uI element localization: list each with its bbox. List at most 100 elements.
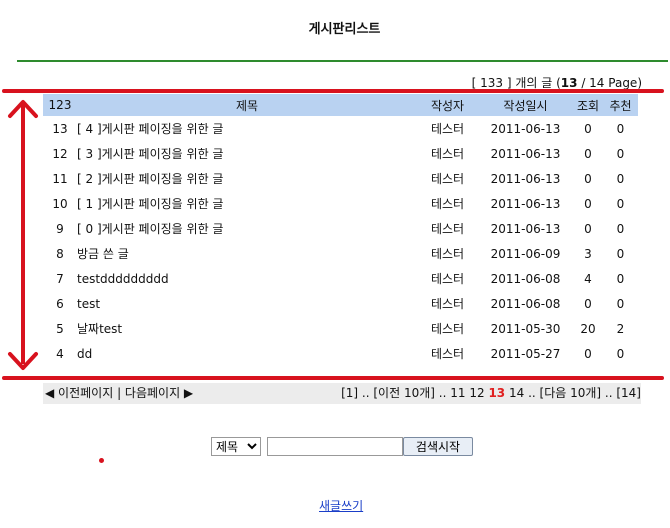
next-page-link[interactable]: 다음페이지 ▶ bbox=[125, 386, 193, 400]
row-views: 20 bbox=[580, 321, 596, 336]
row-author: 테스터 bbox=[430, 322, 465, 336]
table-row: 13 [ 4 ]게시판 페이징을 위한 글 테스터 2011-06-13 0 0 bbox=[43, 116, 638, 141]
row-views: 0 bbox=[584, 296, 592, 311]
row-views: 0 bbox=[584, 196, 592, 211]
row-title-link[interactable]: [ 1 ]게시판 페이징을 위한 글 bbox=[77, 191, 417, 216]
row-number: 11 bbox=[52, 171, 68, 186]
row-title-link[interactable]: 날짜test bbox=[77, 316, 417, 341]
annotation-double-arrow-icon bbox=[8, 100, 38, 370]
row-views: 3 bbox=[584, 246, 592, 261]
page-number-list: [1] .. [이전 10개] .. 11 12 13 14 .. [다음 10… bbox=[341, 383, 641, 404]
row-title-link[interactable]: dd bbox=[77, 341, 417, 366]
row-author: 테스터 bbox=[430, 172, 465, 186]
row-recommend: 0 bbox=[616, 296, 625, 311]
row-views: 4 bbox=[584, 271, 592, 286]
pagination-bar: ◀ 이전페이지 | 다음페이지 ▶ [1] .. [이전 10개] .. 11 … bbox=[43, 383, 641, 404]
row-recommend: 2 bbox=[616, 321, 625, 336]
row-title-link[interactable]: 방금 쓴 글 bbox=[77, 241, 417, 266]
current-page-13: 13 bbox=[488, 386, 506, 400]
row-date: 2011-06-13 bbox=[490, 146, 561, 161]
row-number: 8 bbox=[56, 246, 64, 261]
row-title-link[interactable]: [ 4 ]게시판 페이징을 위한 글 bbox=[77, 116, 417, 141]
col-header-author: 작성자 bbox=[417, 94, 478, 116]
annotation-line-bottom bbox=[2, 376, 664, 380]
pager-ellipsis: .. bbox=[434, 386, 451, 400]
row-author: 테스터 bbox=[430, 297, 465, 311]
row-views: 0 bbox=[584, 171, 592, 186]
row-views: 0 bbox=[584, 146, 592, 161]
col-header-views: 조회 bbox=[573, 94, 603, 116]
prev-page-link[interactable]: ◀ 이전페이지 bbox=[45, 386, 113, 400]
summary-current-page: 13 bbox=[560, 76, 578, 90]
row-title-link[interactable]: test bbox=[77, 291, 417, 316]
page-link-14[interactable]: 14 bbox=[509, 386, 524, 400]
row-author: 테스터 bbox=[430, 197, 465, 211]
table-row: 10 [ 1 ]게시판 페이징을 위한 글 테스터 2011-06-13 0 0 bbox=[43, 191, 638, 216]
col-header-number: 123 bbox=[43, 94, 77, 116]
row-author: 테스터 bbox=[430, 247, 465, 261]
table-row: 9 [ 0 ]게시판 페이징을 위한 글 테스터 2011-06-13 0 0 bbox=[43, 216, 638, 241]
next-10-link[interactable]: [다음 10개] bbox=[540, 386, 602, 400]
row-number: 7 bbox=[56, 271, 64, 286]
arrow-head-up bbox=[8, 100, 38, 118]
page-link-11[interactable]: 11 bbox=[450, 386, 465, 400]
first-page-link[interactable]: [1] bbox=[341, 386, 358, 400]
row-title-link[interactable]: [ 2 ]게시판 페이징을 위한 글 bbox=[77, 166, 417, 191]
page-nav-left: ◀ 이전페이지 | 다음페이지 ▶ bbox=[45, 383, 193, 404]
row-views: 0 bbox=[584, 121, 592, 136]
row-date: 2011-06-08 bbox=[490, 296, 561, 311]
col-header-title: 제목 bbox=[77, 94, 417, 116]
annotation-dot bbox=[99, 458, 104, 463]
row-title-link[interactable]: [ 3 ]게시판 페이징을 위한 글 bbox=[77, 141, 417, 166]
row-title-link[interactable]: testddddddddd bbox=[77, 266, 417, 291]
table-row: 7 testddddddddd 테스터 2011-06-08 4 0 bbox=[43, 266, 638, 291]
row-author: 테스터 bbox=[430, 272, 465, 286]
summary-mid: ] 개의 글 ( bbox=[506, 76, 561, 90]
row-number: 5 bbox=[56, 321, 64, 336]
pager-ellipsis: .. bbox=[524, 386, 540, 400]
row-number: 9 bbox=[56, 221, 64, 236]
row-recommend: 0 bbox=[616, 246, 625, 261]
summary-total: 133 bbox=[480, 76, 504, 90]
pager-ellipsis: .. bbox=[358, 386, 374, 400]
row-recommend: 0 bbox=[616, 171, 625, 186]
col-header-recommend: 추천 bbox=[603, 94, 638, 116]
row-date: 2011-05-30 bbox=[490, 321, 561, 336]
new-post-link[interactable]: 새글쓰기 bbox=[319, 497, 363, 514]
annotation-line-top bbox=[2, 89, 664, 93]
page-link-12[interactable]: 12 bbox=[469, 386, 484, 400]
search-input[interactable] bbox=[267, 437, 403, 456]
row-date: 2011-06-09 bbox=[490, 246, 561, 261]
row-author: 테스터 bbox=[430, 122, 465, 136]
row-views: 0 bbox=[584, 221, 592, 236]
row-views: 0 bbox=[584, 346, 592, 361]
row-recommend: 0 bbox=[616, 146, 625, 161]
row-recommend: 0 bbox=[616, 346, 625, 361]
table-row: 12 [ 3 ]게시판 페이징을 위한 글 테스터 2011-06-13 0 0 bbox=[43, 141, 638, 166]
row-author: 테스터 bbox=[430, 347, 465, 361]
title-divider bbox=[17, 60, 668, 62]
table-row: 4 dd 테스터 2011-05-27 0 0 bbox=[43, 341, 638, 366]
last-page-link[interactable]: [14] bbox=[616, 386, 641, 400]
row-date: 2011-06-13 bbox=[490, 121, 561, 136]
table-header-row: 123 제목 작성자 작성일시 조회 추천 bbox=[43, 94, 638, 116]
table-row: 11 [ 2 ]게시판 페이징을 위한 글 테스터 2011-06-13 0 0 bbox=[43, 166, 638, 191]
row-number: 4 bbox=[56, 346, 64, 361]
col-header-date: 작성일시 bbox=[478, 94, 573, 116]
row-recommend: 0 bbox=[616, 121, 625, 136]
row-author: 테스터 bbox=[430, 222, 465, 236]
row-author: 테스터 bbox=[430, 147, 465, 161]
row-number: 10 bbox=[52, 196, 68, 211]
row-date: 2011-06-13 bbox=[490, 171, 561, 186]
summary-open: [ bbox=[471, 76, 477, 90]
page-title: 게시판리스트 bbox=[308, 22, 381, 37]
prev-10-link[interactable]: [이전 10개] bbox=[373, 386, 435, 400]
page-nav-divider: | bbox=[113, 386, 125, 400]
row-recommend: 0 bbox=[616, 271, 625, 286]
table-row: 5 날짜test 테스터 2011-05-30 20 2 bbox=[43, 316, 638, 341]
search-button[interactable]: 검색시작 bbox=[403, 437, 473, 456]
search-field-select[interactable]: 제목 bbox=[211, 437, 261, 456]
row-title-link[interactable]: [ 0 ]게시판 페이징을 위한 글 bbox=[77, 216, 417, 241]
summary-total-pages: 14 bbox=[589, 76, 605, 90]
row-recommend: 0 bbox=[616, 221, 625, 236]
